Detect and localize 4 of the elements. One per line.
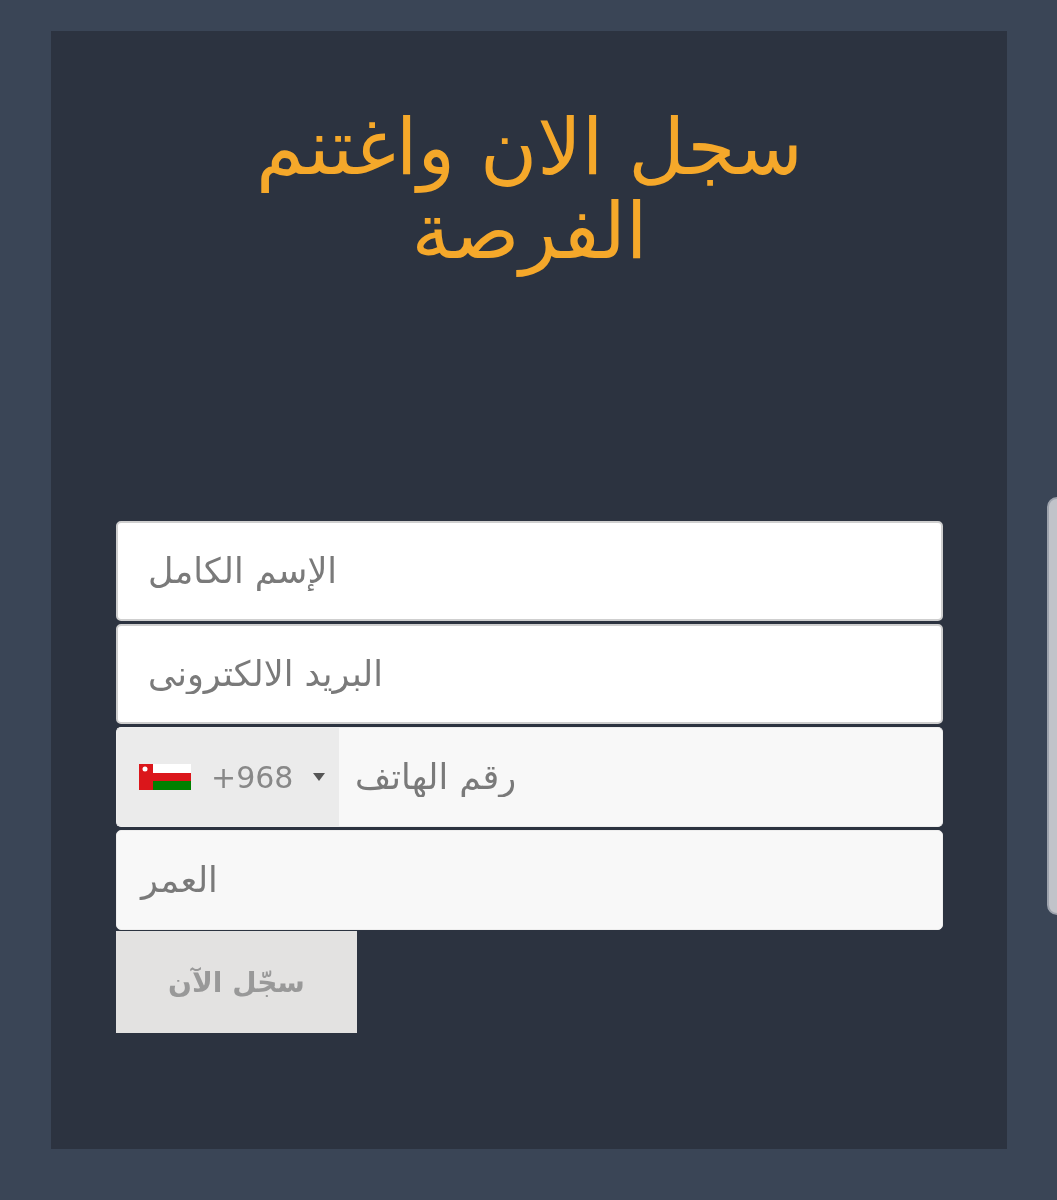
- text-field[interactable]: الإسم الكامل: [116, 521, 943, 621]
- number-field[interactable]: العمر: [116, 830, 943, 930]
- submit-button[interactable]: سجّل الآن: [116, 931, 357, 1033]
- email-field[interactable]: البريد الالكترونى: [116, 624, 943, 724]
